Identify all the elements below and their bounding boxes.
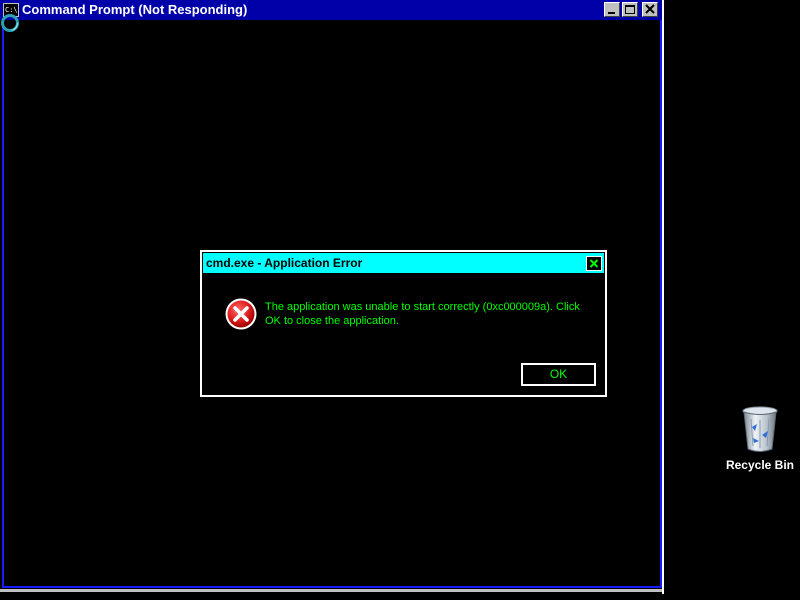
ok-button[interactable]: OK xyxy=(521,363,596,386)
error-icon xyxy=(225,298,257,330)
desktop: C:\ Command Prompt (Not Responding) cmd.… xyxy=(0,0,800,600)
close-icon xyxy=(645,4,655,14)
busy-cursor-icon xyxy=(1,14,19,32)
maximize-icon xyxy=(625,5,635,14)
minimize-icon xyxy=(608,12,615,14)
recycle-bin-icon xyxy=(742,406,778,452)
window-title: Command Prompt (Not Responding) xyxy=(22,2,248,17)
dialog-title: cmd.exe - Application Error xyxy=(206,256,363,270)
close-button[interactable] xyxy=(642,2,658,17)
maximize-button[interactable] xyxy=(622,2,638,17)
close-icon xyxy=(588,258,600,269)
recycle-bin-shortcut[interactable]: Recycle Bin xyxy=(720,405,800,475)
recycle-bin-label: Recycle Bin xyxy=(725,458,795,472)
window-bottom-border xyxy=(0,589,662,592)
command-prompt-titlebar[interactable]: C:\ Command Prompt (Not Responding) xyxy=(0,0,662,20)
dialog-close-button[interactable] xyxy=(586,256,602,271)
error-dialog: cmd.exe - Application Error The applicat… xyxy=(200,250,607,397)
error-message: The application was unable to start corr… xyxy=(265,301,580,327)
dialog-titlebar[interactable]: cmd.exe - Application Error xyxy=(203,253,604,273)
minimize-button[interactable] xyxy=(604,2,620,17)
